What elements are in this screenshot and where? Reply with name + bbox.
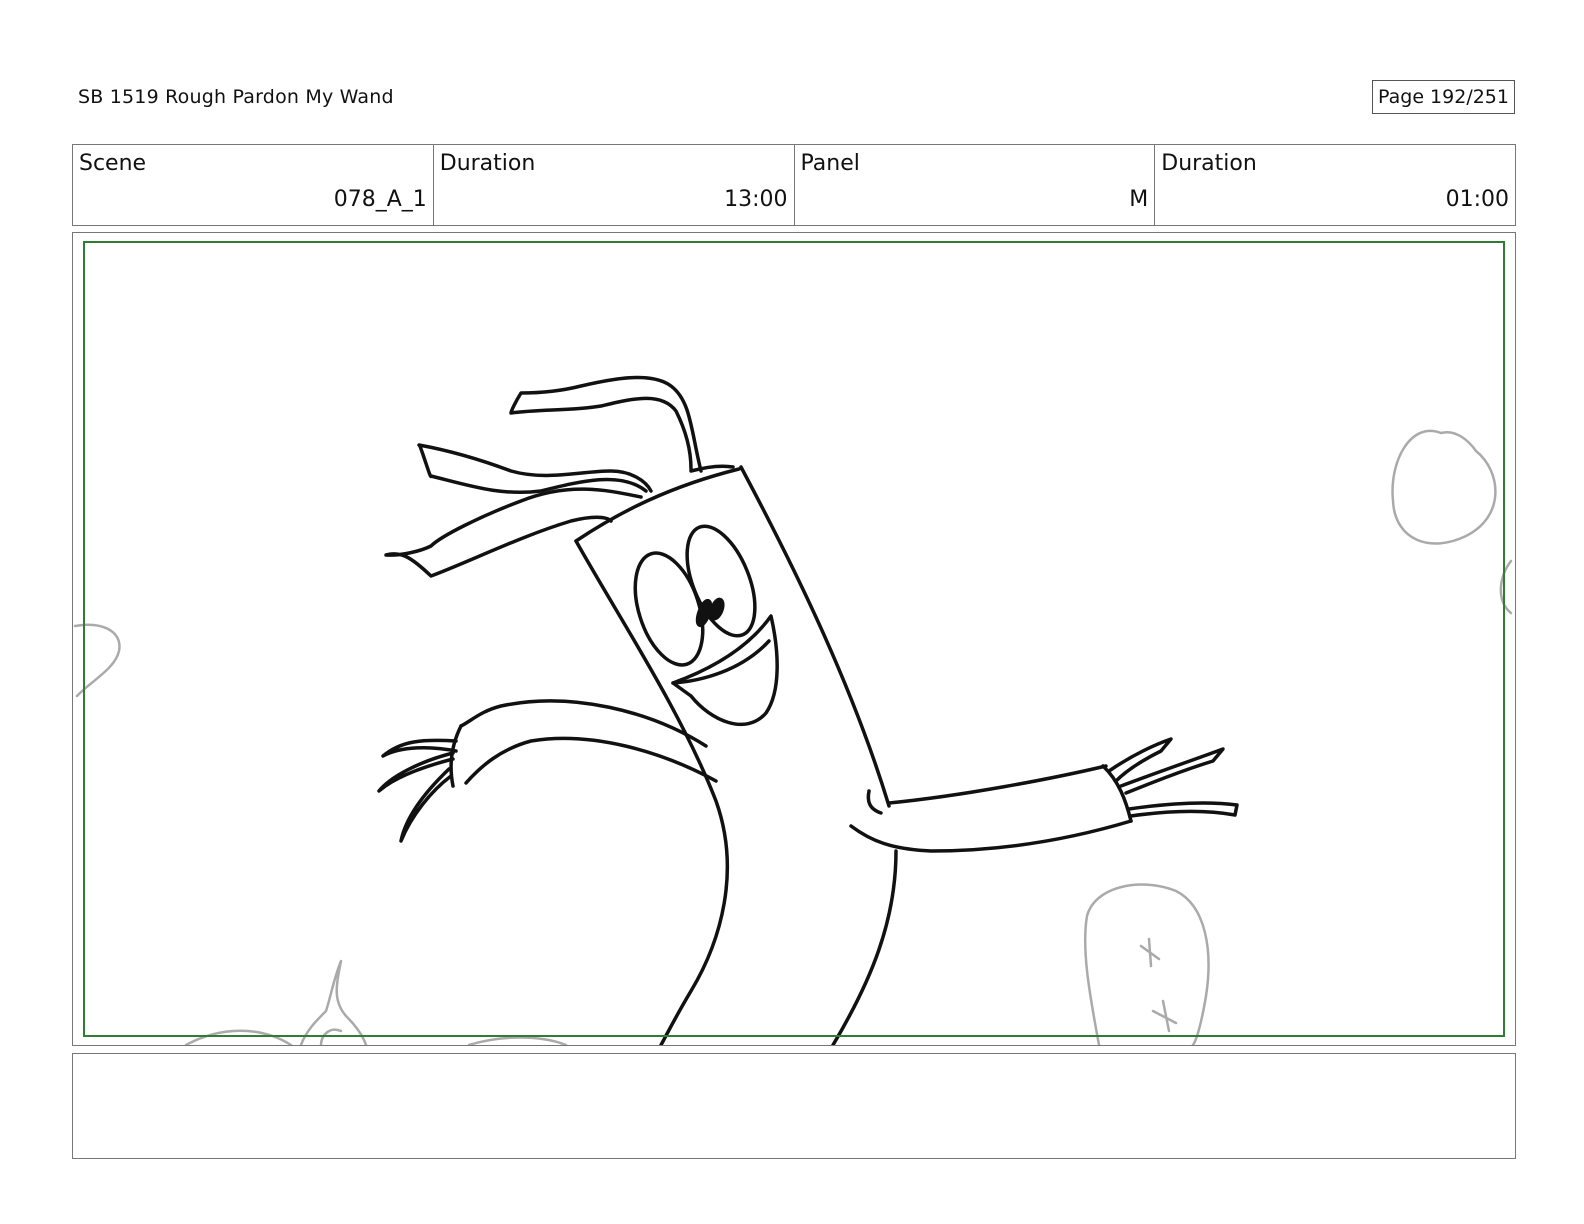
storyboard-panel bbox=[72, 232, 1516, 1046]
scene-duration-value: 13:00 bbox=[724, 187, 788, 212]
scene-label: Scene bbox=[79, 151, 147, 176]
scene-duration-label: Duration bbox=[439, 151, 536, 176]
scene-info-table: Scene 078_A_1 Duration 13:00 Panel M Dur… bbox=[72, 144, 1516, 226]
scene-value: 078_A_1 bbox=[333, 187, 427, 212]
panel-notes-box[interactable] bbox=[72, 1053, 1516, 1159]
panel-value: M bbox=[1129, 187, 1149, 212]
page-number: Page 192/251 bbox=[1372, 80, 1515, 114]
scene-duration-cell: Duration 13:00 bbox=[434, 145, 795, 225]
safe-frame bbox=[83, 241, 1505, 1037]
document-title: SB 1519 Rough Pardon My Wand bbox=[78, 86, 394, 108]
scene-cell: Scene 078_A_1 bbox=[73, 145, 434, 225]
panel-label: Panel bbox=[800, 151, 860, 176]
panel-duration-cell: Duration 01:00 bbox=[1155, 145, 1515, 225]
panel-cell: Panel M bbox=[795, 145, 1156, 225]
panel-duration-label: Duration bbox=[1161, 151, 1257, 176]
panel-duration-value: 01:00 bbox=[1445, 187, 1509, 212]
bg-mound-2 bbox=[467, 1036, 568, 1045]
